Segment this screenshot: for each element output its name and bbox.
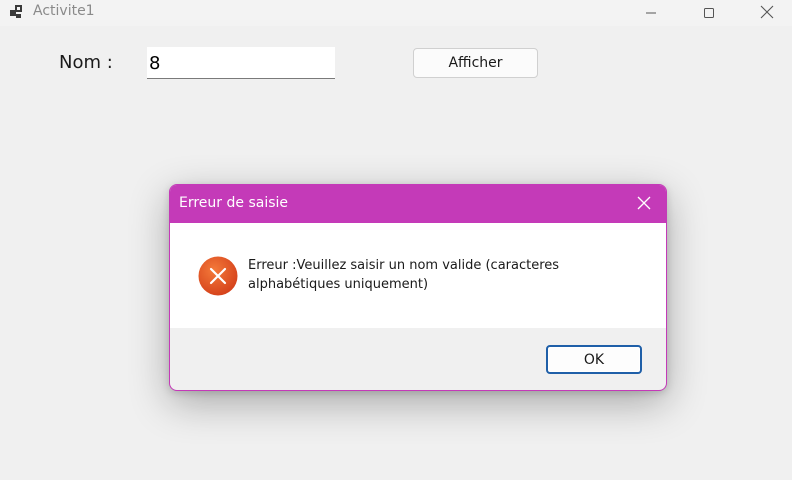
dialog-titlebar[interactable]: Erreur de saisie [170,185,666,223]
afficher-button[interactable]: Afficher [413,48,538,78]
dialog-message: Erreur :Veuillez saisir un nom valide (c… [248,258,560,292]
dialog-body: Erreur :Veuillez saisir un nom valide (c… [170,223,666,328]
error-icon [198,256,238,296]
minimize-icon [645,4,657,23]
maximize-icon [703,4,715,23]
app-window-icon [9,4,25,20]
window-close-button[interactable] [738,0,792,26]
name-label: Nom : [59,52,113,73]
close-icon [760,4,774,23]
ok-button[interactable]: OK [546,345,642,374]
window-title: Activite1 [33,3,95,19]
dialog-close-button[interactable] [622,185,666,223]
maximize-button[interactable] [680,0,738,26]
close-icon [637,195,651,214]
error-dialog: Erreur de saisie Erreur :Veuillez saisir… [169,184,667,391]
name-input[interactable]: 8 [147,47,335,79]
window-titlebar[interactable]: Activite1 [0,0,792,26]
minimize-button[interactable] [622,0,680,26]
dialog-title: Erreur de saisie [179,195,289,211]
